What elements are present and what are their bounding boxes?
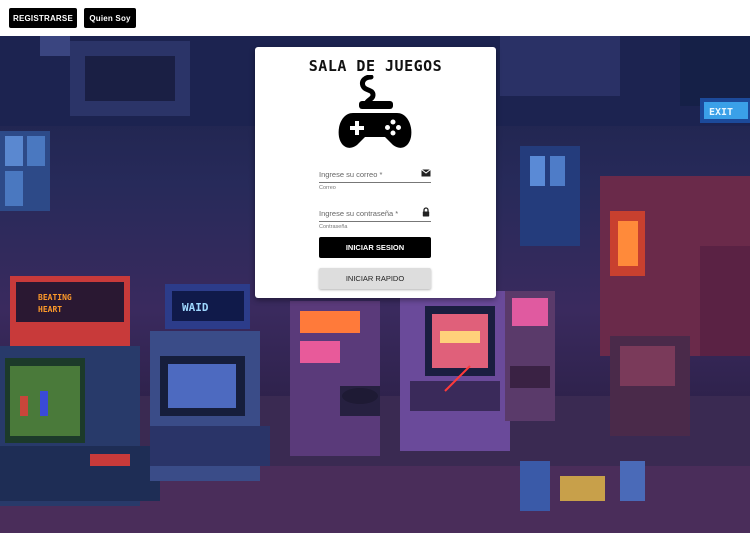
top-nav-bar: REGISTRARSE Quien Soy: [0, 0, 750, 36]
email-placeholder: Ingrese su correo *: [319, 170, 383, 179]
register-button[interactable]: REGISTRARSE: [9, 8, 77, 28]
about-button[interactable]: Quien Soy: [84, 8, 136, 28]
password-hint: Contraseña: [319, 224, 348, 230]
password-field[interactable]: Ingrese su contraseña * Contraseña: [319, 207, 431, 231]
app-title: SALA DE JUEGOS: [308, 57, 443, 75]
mail-icon: [421, 169, 431, 177]
exit-sign: EXIT: [709, 107, 733, 118]
email-field[interactable]: Ingrese su correo * Correo: [319, 169, 431, 192]
waid-sign: WAID: [182, 301, 209, 314]
svg-text:HEART: HEART: [38, 305, 62, 314]
password-underline: [319, 221, 431, 222]
email-underline: [319, 182, 431, 183]
gamepad-icon: [338, 75, 412, 148]
email-hint: Correo: [319, 185, 336, 191]
quick-login-button[interactable]: INICIAR RAPIDO: [319, 268, 431, 289]
login-card: SALA DE JUEGOS Ingrese su correo * Corre…: [255, 47, 496, 298]
lock-icon: [422, 207, 430, 217]
password-placeholder: Ingrese su contraseña *: [319, 209, 399, 218]
login-button[interactable]: INICIAR SESION: [319, 237, 431, 258]
beating-heart-sign: BEATING: [38, 293, 72, 302]
